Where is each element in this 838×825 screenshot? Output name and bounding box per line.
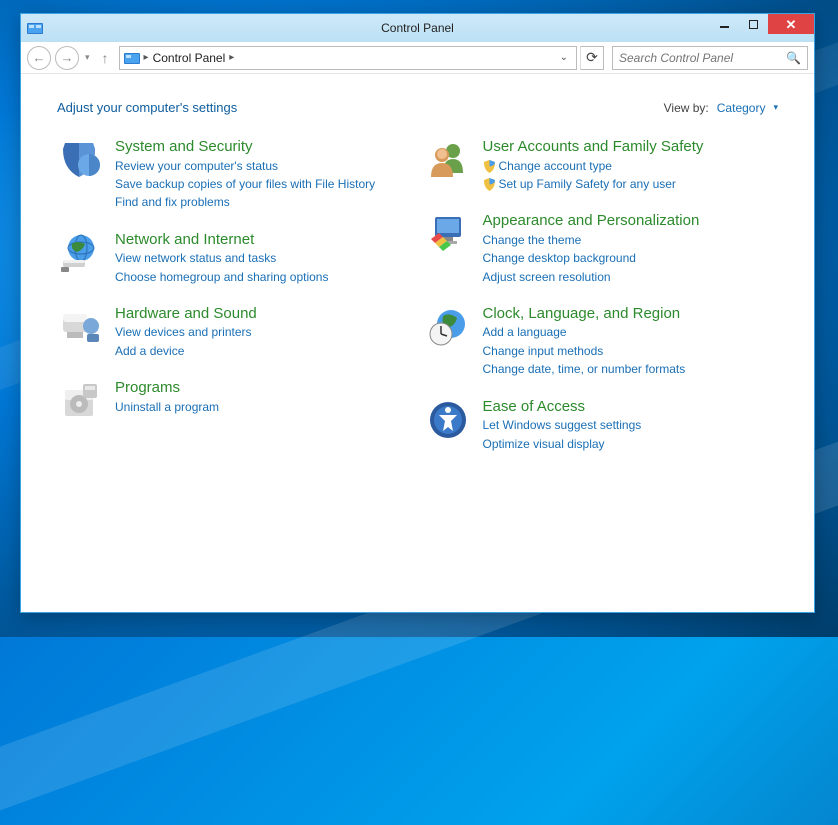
navigation-toolbar: ← → ▾ ↑ ▸ Control Panel ▸ ⌄ ⟳ 🔍 — [21, 42, 814, 74]
category-link[interactable]: Let Windows suggest settings — [483, 417, 642, 434]
category-link[interactable]: Change desktop background — [483, 250, 700, 267]
control-panel-icon — [27, 21, 43, 35]
appearance-icon — [425, 211, 471, 257]
titlebar[interactable]: Control Panel ✕ — [21, 14, 814, 42]
category-programs: Programs Uninstall a program — [57, 378, 411, 424]
view-by-value[interactable]: Category — [717, 101, 766, 115]
content-area: Adjust your computer's settings View by:… — [21, 74, 814, 612]
minimize-button[interactable] — [710, 14, 738, 34]
category-link[interactable]: Choose homegroup and sharing options — [115, 269, 328, 286]
close-button[interactable]: ✕ — [768, 14, 814, 34]
chevron-right-icon[interactable]: ▸ — [229, 52, 234, 63]
category-link[interactable]: View network status and tasks — [115, 250, 328, 267]
chevron-right-icon[interactable]: ▸ — [144, 52, 149, 63]
control-panel-window: Control Panel ✕ ← → ▾ ↑ ▸ Control Panel … — [20, 13, 815, 613]
page-heading: Adjust your computer's settings — [57, 100, 237, 115]
breadcrumb[interactable]: Control Panel — [153, 51, 226, 65]
category-link[interactable]: Adjust screen resolution — [483, 269, 700, 286]
window-controls: ✕ — [710, 14, 814, 34]
category-system-security: System and Security Review your computer… — [57, 137, 411, 212]
category-appearance: Appearance and Personalization Change th… — [425, 211, 779, 286]
window-title: Control Panel — [21, 21, 814, 35]
category-clock-language: Clock, Language, and Region Add a langua… — [425, 304, 779, 379]
network-internet-icon — [57, 230, 103, 276]
search-box[interactable]: 🔍 — [612, 46, 808, 70]
category-title[interactable]: Programs — [115, 378, 219, 398]
category-link[interactable]: Review your computer's status — [115, 158, 375, 175]
refresh-button[interactable]: ⟳ — [580, 46, 604, 70]
category-title[interactable]: User Accounts and Family Safety — [483, 137, 704, 157]
category-title[interactable]: Appearance and Personalization — [483, 211, 700, 231]
search-icon[interactable]: 🔍 — [786, 51, 801, 65]
category-link[interactable]: Optimize visual display — [483, 436, 642, 453]
user-accounts-icon — [425, 137, 471, 183]
uac-shield-icon — [483, 160, 496, 173]
search-input[interactable] — [619, 51, 786, 65]
programs-icon — [57, 378, 103, 424]
system-security-icon — [57, 137, 103, 183]
view-by-control[interactable]: View by: Category ▾ — [664, 101, 778, 115]
category-title[interactable]: Hardware and Sound — [115, 304, 257, 324]
address-dropdown-icon[interactable]: ⌄ — [556, 52, 572, 63]
category-link[interactable]: View devices and printers — [115, 324, 257, 341]
address-bar[interactable]: ▸ Control Panel ▸ ⌄ — [119, 46, 577, 70]
category-hardware-sound: Hardware and Sound View devices and prin… — [57, 304, 411, 360]
category-network-internet: Network and Internet View network status… — [57, 230, 411, 286]
category-link[interactable]: Change input methods — [483, 343, 686, 360]
category-link[interactable]: Uninstall a program — [115, 399, 219, 416]
view-by-label: View by: — [664, 101, 709, 115]
left-column: System and Security Review your computer… — [57, 137, 411, 453]
category-link[interactable]: Change the theme — [483, 232, 700, 249]
history-dropdown-icon[interactable]: ▾ — [83, 52, 92, 63]
clock-language-icon — [425, 304, 471, 350]
ease-of-access-icon — [425, 397, 471, 443]
category-link[interactable]: Add a language — [483, 324, 686, 341]
category-ease-of-access: Ease of Access Let Windows suggest setti… — [425, 397, 779, 453]
uac-shield-icon — [483, 178, 496, 191]
chevron-down-icon[interactable]: ▾ — [773, 102, 778, 113]
category-link[interactable]: Find and fix problems — [115, 194, 375, 211]
category-link[interactable]: Change date, time, or number formats — [483, 361, 686, 378]
category-link[interactable]: Save backup copies of your files with Fi… — [115, 176, 375, 193]
category-title[interactable]: Clock, Language, and Region — [483, 304, 686, 324]
category-title[interactable]: System and Security — [115, 137, 375, 157]
address-icon — [124, 51, 140, 65]
category-link[interactable]: Change account type — [483, 158, 704, 175]
right-column: User Accounts and Family Safety Change a… — [425, 137, 779, 453]
category-link[interactable]: Add a device — [115, 343, 257, 360]
category-title[interactable]: Network and Internet — [115, 230, 328, 250]
category-user-accounts: User Accounts and Family Safety Change a… — [425, 137, 779, 193]
back-button[interactable]: ← — [27, 46, 51, 70]
maximize-button[interactable] — [738, 14, 768, 34]
category-title[interactable]: Ease of Access — [483, 397, 642, 417]
category-link[interactable]: Set up Family Safety for any user — [483, 176, 704, 193]
hardware-sound-icon — [57, 304, 103, 350]
up-button[interactable]: ↑ — [96, 50, 115, 66]
forward-button[interactable]: → — [55, 46, 79, 70]
